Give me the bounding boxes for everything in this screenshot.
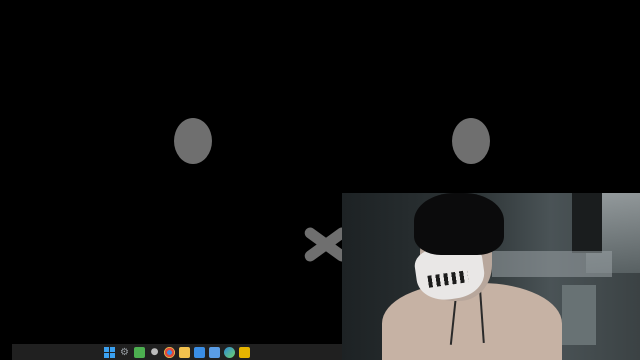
room-shelf: [492, 251, 612, 277]
windows-start-icon[interactable]: [104, 346, 115, 358]
search-icon[interactable]: ●: [149, 347, 160, 358]
chrome-icon[interactable]: [164, 346, 175, 358]
left-eye-shape: [174, 118, 212, 164]
gear-icon[interactable]: ⚙: [119, 347, 130, 358]
photos-icon[interactable]: [194, 346, 205, 358]
store-icon[interactable]: [209, 346, 220, 358]
widgets-icon[interactable]: [134, 346, 145, 358]
folder-icon[interactable]: [179, 346, 190, 358]
webcam-overlay: [342, 193, 640, 360]
edge-icon[interactable]: [224, 346, 235, 358]
room-door: [572, 193, 602, 253]
app-icon[interactable]: [239, 346, 250, 358]
person-hair: [414, 193, 504, 255]
hanging-towel: [562, 285, 596, 345]
taskbar: ⚙ ●: [12, 344, 342, 360]
right-eye-shape: [452, 118, 490, 164]
